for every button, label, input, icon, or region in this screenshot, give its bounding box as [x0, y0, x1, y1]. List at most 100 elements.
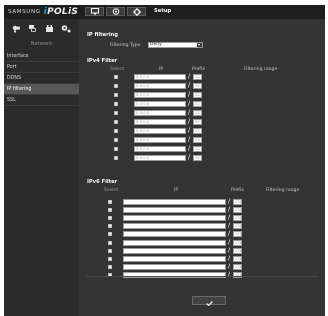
ipv6-ip-input[interactable] — [123, 223, 226, 230]
ipv4-ip-input[interactable]: 0.0.0.0 — [134, 74, 186, 80]
filtering-type-select[interactable]: Deny — [148, 42, 203, 48]
ipv4-prefix-input[interactable]: 32 — [193, 101, 202, 107]
sidebar-item-ip-filtering[interactable]: IP filtering — [4, 84, 79, 95]
ipv6-select-checkbox[interactable] — [108, 208, 112, 213]
prefix-separator: / — [188, 118, 191, 125]
ipv6-prefix-input[interactable]: 128 — [233, 239, 242, 246]
prefix-separator: / — [228, 246, 231, 254]
main-panel: Setup IP filtering Filtering Type Deny I… — [79, 5, 325, 316]
ipv6-prefix-input[interactable]: 128 — [233, 247, 242, 254]
ipv6-ip-input[interactable] — [123, 215, 226, 222]
ipv4-select-checkbox[interactable] — [114, 120, 118, 124]
ipv4-prefix-input[interactable]: 32 — [193, 155, 202, 161]
section-label-network: Network — [30, 41, 53, 47]
ipv4-ip-input[interactable]: 0.0.0.0 — [134, 146, 186, 152]
camera-settings-icon[interactable] — [12, 24, 21, 33]
chevron-down-icon — [197, 43, 202, 47]
ipv6-select-checkbox[interactable] — [108, 224, 112, 229]
ipv4-ip-input[interactable]: 0.0.0.0 — [134, 137, 186, 143]
ipv6-ip-input[interactable] — [123, 239, 226, 246]
samsung-ipolis-logo: SAMSUNG iPOLiS — [8, 7, 78, 17]
setup-button[interactable] — [127, 7, 146, 16]
system-icon[interactable] — [61, 24, 71, 33]
ipv4-header-ip: IP — [159, 67, 164, 72]
network-icon[interactable] — [28, 24, 37, 33]
sidebar-item-ssl[interactable]: SSL — [4, 95, 79, 106]
ipv6-select-checkbox[interactable] — [108, 216, 112, 221]
ipv6-select-checkbox[interactable] — [108, 256, 112, 261]
prefix-separator: / — [228, 214, 231, 222]
sidebar-item-ddns[interactable]: DDNS — [4, 73, 79, 84]
prefix-separator: / — [188, 100, 191, 107]
prefix-separator: / — [188, 82, 191, 89]
ipv4-prefix-input[interactable]: 32 — [193, 119, 202, 125]
ipv4-select-checkbox[interactable] — [114, 138, 118, 142]
ipv6-select-checkbox[interactable] — [108, 264, 112, 269]
ipv6-prefix-input[interactable]: 128 — [233, 263, 242, 270]
ipv4-select-checkbox[interactable] — [114, 93, 118, 97]
nav-buttons — [85, 7, 146, 16]
ipv6-prefix-input[interactable]: 128 — [233, 223, 242, 230]
ipv6-ip-input[interactable] — [123, 247, 226, 254]
sidebar-item-interface[interactable]: Interface — [4, 51, 79, 62]
event-icon[interactable] — [45, 24, 54, 33]
ipv4-select-checkbox[interactable] — [114, 156, 118, 160]
camera-icon — [112, 8, 120, 15]
ipv6-header-ip: IP — [174, 188, 179, 193]
ipv6-header-filtering-range: Filtering range — [266, 188, 300, 193]
ipv6-select-checkbox[interactable] — [108, 248, 112, 253]
ipv6-select-checkbox[interactable] — [108, 240, 112, 245]
ipv4-ip-input[interactable]: 0.0.0.0 — [134, 119, 186, 125]
product-text: iPOLiS — [43, 7, 79, 17]
ipv4-prefix-input[interactable]: 32 — [193, 83, 202, 89]
prefix-separator: / — [228, 198, 231, 205]
ipv4-prefix-input[interactable]: 32 — [193, 74, 202, 80]
ipv6-ip-input[interactable] — [123, 231, 226, 238]
ipv4-select-checkbox[interactable] — [114, 147, 118, 151]
ipv4-prefix-input[interactable]: 32 — [193, 128, 202, 134]
ipv4-ip-input[interactable]: 0.0.0.0 — [134, 155, 186, 161]
ip-filtering-title: IP filtering — [87, 32, 118, 38]
ipv6-select-checkbox[interactable] — [108, 200, 112, 204]
ipv4-ip-input[interactable]: 0.0.0.0 — [134, 83, 186, 89]
apply-button[interactable] — [192, 296, 226, 307]
ipv4-prefix-input[interactable]: 32 — [193, 146, 202, 152]
ipv4-prefix-input[interactable]: 32 — [193, 137, 202, 143]
page-title: Setup — [154, 8, 172, 14]
ipv6-prefix-input[interactable]: 128 — [233, 215, 242, 222]
ipv4-ip-input[interactable]: 0.0.0.0 — [134, 92, 186, 98]
category-icon-row — [4, 22, 79, 34]
ipv6-ip-input[interactable] — [123, 207, 226, 214]
ipv4-select-checkbox[interactable] — [114, 84, 118, 88]
prefix-separator: / — [188, 91, 191, 98]
ipv6-select-checkbox[interactable] — [108, 232, 112, 237]
playback-button[interactable] — [106, 7, 125, 16]
live-view-button[interactable] — [85, 7, 104, 16]
monitor-icon — [90, 8, 99, 15]
ipv4-select-checkbox[interactable] — [114, 75, 118, 79]
ipv6-filter-title: IPv6 Filter — [87, 179, 118, 185]
ipv6-header-select: Select — [104, 188, 119, 193]
ipv4-select-checkbox[interactable] — [114, 102, 118, 106]
sidebar-item-port[interactable]: Port — [4, 62, 79, 73]
ipv4-prefix-input[interactable]: 32 — [193, 92, 202, 98]
ipv6-prefix-input[interactable]: 128 — [233, 199, 242, 205]
ipv4-ip-input[interactable]: 0.0.0.0 — [134, 110, 186, 116]
ipv6-ip-input[interactable] — [123, 263, 226, 270]
ipv4-prefix-input[interactable]: 32 — [193, 110, 202, 116]
prefix-separator: / — [188, 136, 191, 143]
ipv4-header-select: Select — [110, 67, 125, 72]
ipv4-select-checkbox[interactable] — [114, 111, 118, 115]
ipv4-ip-input[interactable]: 0.0.0.0 — [134, 128, 186, 134]
ipv4-select-checkbox[interactable] — [114, 129, 118, 133]
ipv6-prefix-input[interactable]: 128 — [233, 255, 242, 262]
ipv6-prefix-input[interactable]: 128 — [233, 207, 242, 214]
prefix-separator: / — [228, 254, 231, 262]
ipv6-ip-input[interactable] — [123, 255, 226, 262]
ipv4-ip-input[interactable]: 0.0.0.0 — [134, 101, 186, 107]
ipv6-ip-input[interactable] — [123, 199, 226, 205]
gear-icon — [132, 7, 141, 16]
top-toolbar: Setup — [79, 5, 325, 19]
ipv4-filter-title: IPv4 Filter — [87, 58, 118, 64]
ipv6-prefix-input[interactable]: 128 — [233, 231, 242, 238]
